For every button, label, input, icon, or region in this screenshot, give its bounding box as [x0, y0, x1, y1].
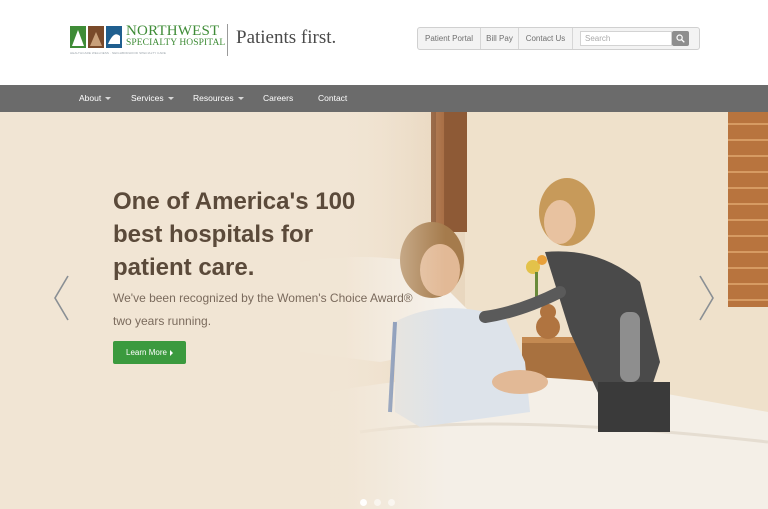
search-box [573, 28, 699, 49]
logo-name-line2: SPECIALTY HOSPITAL [126, 38, 226, 48]
nav-item-label: Contact [318, 93, 348, 103]
main-nav: About Services Resources Careers Contact [0, 85, 768, 112]
site-header: NORTHWEST SPECIALTY HOSPITAL HEALTHCARE … [0, 0, 768, 85]
nav-item-label: Careers [263, 93, 294, 103]
hero-subtext: We've been recognized by the Women's Cho… [113, 291, 413, 328]
nav-item-label: Services [131, 93, 164, 103]
search-input[interactable] [580, 31, 672, 46]
chevron-right-icon[interactable] [694, 272, 718, 324]
chevron-left-icon[interactable] [50, 272, 74, 324]
logo-wordmark: NORTHWEST SPECIALTY HOSPITAL [126, 24, 226, 49]
carousel-dot[interactable] [374, 499, 381, 506]
learn-more-label: Learn More [126, 348, 167, 357]
carousel-dot[interactable] [360, 499, 367, 506]
chevron-down-icon [167, 97, 174, 101]
nav-item-contact[interactable]: Contact [318, 85, 347, 112]
chevron-down-icon [105, 97, 112, 101]
carousel-dots [360, 499, 395, 509]
slogan: Patients first. [236, 27, 337, 48]
carousel-dot[interactable] [388, 499, 395, 506]
search-button[interactable] [672, 31, 689, 46]
nav-item-resources[interactable]: Resources [193, 85, 244, 112]
chevron-down-icon [237, 97, 244, 101]
logo-mark-icon [70, 26, 122, 48]
hero-carousel: One of America's 100 best hospitals for … [0, 112, 768, 509]
nav-item-careers[interactable]: Careers [263, 85, 293, 112]
logo-divider [227, 24, 228, 56]
contact-us-link[interactable]: Contact Us [519, 28, 573, 49]
learn-more-button[interactable]: Learn More [113, 341, 186, 364]
nav-item-label: Resources [193, 93, 234, 103]
nav-item-label: About [79, 93, 102, 103]
logo-tagline: HEALTHCARE WELLNESS · NEIGHBORHOOD SPECI… [70, 51, 166, 54]
hospital-logo[interactable]: NORTHWEST SPECIALTY HOSPITAL HEALTHCARE … [70, 24, 225, 56]
hero-headline: One of America's 100 best hospitals for … [113, 188, 356, 281]
search-icon [676, 34, 685, 43]
bill-pay-link[interactable]: Bill Pay [481, 28, 519, 49]
patient-portal-link[interactable]: Patient Portal [418, 28, 481, 49]
logo-name-line1: NORTHWEST [126, 23, 220, 39]
caret-right-icon [169, 349, 173, 356]
nav-item-services[interactable]: Services [131, 85, 174, 112]
nav-item-about[interactable]: About [79, 85, 112, 112]
utility-bar: Patient Portal Bill Pay Contact Us [417, 27, 700, 50]
